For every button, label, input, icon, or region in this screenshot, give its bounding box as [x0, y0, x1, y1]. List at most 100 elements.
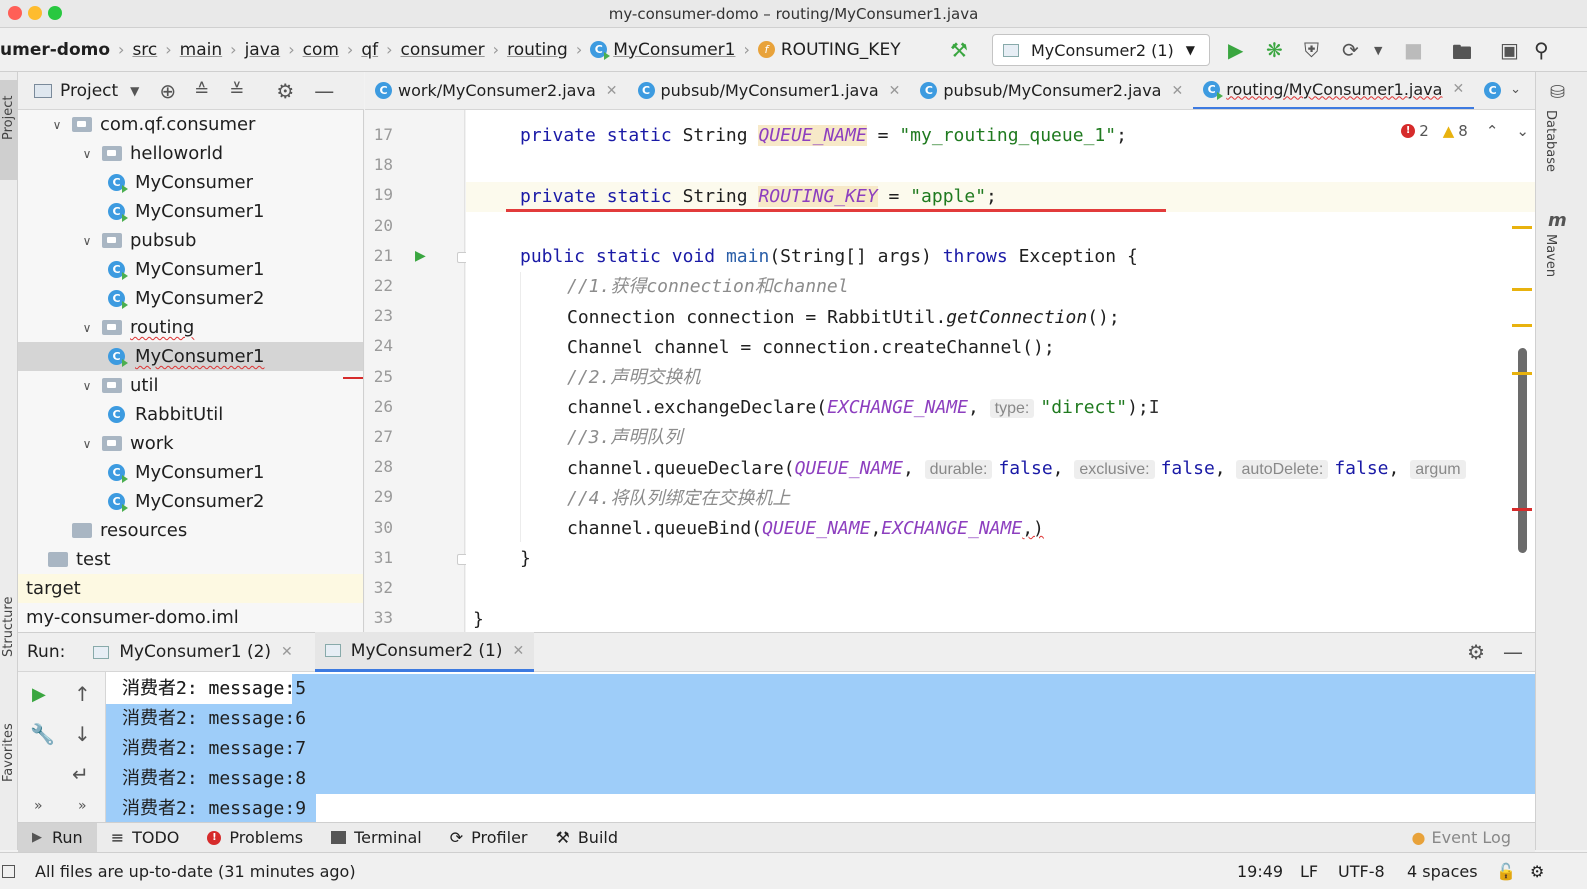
- tree-item[interactable]: C MyConsumer1: [18, 342, 363, 371]
- file-encoding[interactable]: UTF-8: [1338, 862, 1385, 881]
- line-separator[interactable]: LF: [1300, 862, 1318, 881]
- coverage-icon[interactable]: ⛨: [1304, 38, 1319, 62]
- tool-window-terminal[interactable]: Terminal: [317, 823, 436, 853]
- tree-item[interactable]: target: [18, 574, 363, 603]
- breadcrumb-qf[interactable]: qf: [357, 40, 382, 60]
- tab-pubsub-myconsumer2[interactable]: Cpubsub/MyConsumer2.java ✕: [910, 72, 1193, 109]
- caret-position[interactable]: 19:49: [1237, 862, 1283, 881]
- chevron-down-icon[interactable]: ▼: [130, 84, 139, 98]
- soft-wrap-icon[interactable]: ↵: [72, 762, 89, 786]
- next-highlight-icon[interactable]: ⌄: [1516, 122, 1529, 140]
- tree-item[interactable]: C MyConsumer: [18, 168, 363, 197]
- close-icon[interactable]: ✕: [1171, 83, 1183, 99]
- toggle-tool-windows-icon[interactable]: [2, 864, 15, 878]
- stop-icon[interactable]: ■: [1404, 38, 1423, 62]
- inspection-widget[interactable]: ! 2 ▲ 8 ⌃ ⌄: [1401, 122, 1529, 140]
- status-message[interactable]: All files are up-to-date (31 minutes ago…: [35, 862, 356, 881]
- tree-item[interactable]: ∨ routing: [18, 313, 363, 342]
- run-gutter-icon[interactable]: ▶: [415, 248, 426, 264]
- wrench-icon[interactable]: 🔧: [30, 722, 55, 746]
- tab-work-myconsumer2[interactable]: Cwork/MyConsumer2.java ✕: [365, 72, 628, 109]
- hide-panel-icon[interactable]: —: [1503, 640, 1523, 664]
- tree-item[interactable]: C MyConsumer1: [18, 458, 363, 487]
- chevron-down-icon[interactable]: ⌄: [1510, 82, 1521, 97]
- close-icon[interactable]: ✕: [606, 83, 618, 99]
- inspector-icon[interactable]: ⚙: [1530, 862, 1544, 881]
- tool-window-event-log[interactable]: ● Event Log: [1398, 823, 1525, 853]
- breadcrumb-consumer[interactable]: consumer: [397, 40, 489, 60]
- database-icon[interactable]: ⛁: [1550, 82, 1565, 103]
- project-structure-icon[interactable]: 🖿: [1452, 38, 1472, 72]
- close-icon[interactable]: ✕: [281, 644, 293, 660]
- close-icon[interactable]: ✕: [513, 643, 525, 659]
- warning-marker[interactable]: [1512, 226, 1532, 229]
- warning-marker[interactable]: [1512, 324, 1532, 327]
- scroll-down-icon[interactable]: ↓: [74, 722, 91, 746]
- tree-item[interactable]: my-consumer-domo.iml: [18, 603, 363, 632]
- project-view-select[interactable]: Project: [60, 81, 118, 101]
- tree-item[interactable]: ∨ pubsub: [18, 226, 363, 255]
- tree-item[interactable]: C MyConsumer1: [18, 197, 363, 226]
- close-window-button[interactable]: [8, 6, 22, 20]
- tree-item[interactable]: ∨ work: [18, 429, 363, 458]
- tool-window-profiler[interactable]: ⟳ Profiler: [436, 823, 542, 853]
- editor-scrollbar[interactable]: [1518, 348, 1527, 553]
- breadcrumb-routing[interactable]: routing: [503, 40, 572, 60]
- tree-item[interactable]: C MyConsumer2: [18, 284, 363, 313]
- tool-window-build[interactable]: ⚒ Build: [541, 823, 632, 853]
- run-icon[interactable]: ▶: [1228, 38, 1243, 62]
- previous-highlight-icon[interactable]: ⌃: [1486, 122, 1499, 140]
- chevron-down-icon[interactable]: ∨: [80, 147, 94, 161]
- locate-file-icon[interactable]: ⊕: [159, 79, 176, 103]
- tab-routing-myconsumer1[interactable]: Crouting/MyConsumer1.java ✕: [1193, 72, 1475, 109]
- tree-item[interactable]: C MyConsumer1: [18, 255, 363, 284]
- breadcrumb-class[interactable]: C MyConsumer1: [586, 40, 739, 60]
- tree-item[interactable]: ∨ helloworld: [18, 139, 363, 168]
- tool-window-todo[interactable]: ≡ TODO: [97, 823, 194, 853]
- maximize-window-button[interactable]: [48, 6, 62, 20]
- tab-run-myconsumer1[interactable]: MyConsumer1 (2) ✕: [93, 632, 293, 672]
- indent-setting[interactable]: 4 spaces: [1407, 862, 1478, 881]
- breadcrumb-field[interactable]: f ROUTING_KEY: [754, 40, 905, 60]
- chevron-down-icon[interactable]: ∨: [80, 379, 94, 393]
- chevron-down-icon[interactable]: ∨: [50, 118, 64, 132]
- breadcrumb-com[interactable]: com: [299, 40, 343, 60]
- chevron-down-icon[interactable]: ▼: [1374, 44, 1382, 57]
- warning-marker[interactable]: [1512, 288, 1532, 291]
- maven-strip-label[interactable]: Maven: [1543, 234, 1558, 277]
- tree-item[interactable]: C MyConsumer2: [18, 487, 363, 516]
- hide-panel-icon[interactable]: —: [314, 79, 334, 103]
- favorites-strip-label[interactable]: Favorites: [1, 723, 16, 782]
- run-configuration-select[interactable]: MyConsumer2 (1) ▼: [992, 34, 1210, 66]
- warning-marker[interactable]: [1512, 372, 1532, 375]
- chevron-down-icon[interactable]: ∨: [80, 437, 94, 451]
- tree-item[interactable]: resources: [18, 516, 363, 545]
- tool-window-run[interactable]: ▶ Run: [18, 822, 97, 853]
- tree-item[interactable]: test: [18, 545, 363, 574]
- close-icon[interactable]: ✕: [1452, 81, 1464, 97]
- breadcrumb-src[interactable]: src: [128, 40, 161, 60]
- tool-window-problems[interactable]: ! Problems: [193, 823, 317, 853]
- build-hammer-icon[interactable]: ⚒: [950, 38, 968, 62]
- rerun-icon[interactable]: ▶: [32, 684, 46, 705]
- tab-run-myconsumer2[interactable]: MyConsumer2 (1) ✕: [314, 632, 535, 672]
- code-editor[interactable]: private static String QUEUE_NAME = "my_r…: [466, 110, 1535, 632]
- tab-pubsub-myconsumer1[interactable]: Cpubsub/MyConsumer1.java ✕: [628, 72, 911, 109]
- chevron-down-icon[interactable]: ∨: [80, 234, 94, 248]
- breadcrumb-main[interactable]: main: [176, 40, 226, 60]
- scroll-up-icon[interactable]: ↑: [74, 682, 91, 706]
- more-icon[interactable]: »: [34, 798, 43, 814]
- chevron-down-icon[interactable]: ∨: [80, 321, 94, 335]
- presentation-icon[interactable]: ▣: [1500, 38, 1519, 62]
- profile-icon[interactable]: ⟳: [1342, 38, 1359, 62]
- collapse-all-icon[interactable]: ≚: [229, 80, 244, 101]
- gear-icon[interactable]: ⚙: [276, 79, 294, 103]
- close-icon[interactable]: ✕: [889, 83, 901, 99]
- tree-item[interactable]: ∨ com.qf.consumer: [18, 110, 363, 139]
- tree-item[interactable]: C RabbitUtil: [18, 400, 363, 429]
- error-marker[interactable]: [1512, 508, 1532, 511]
- search-icon[interactable]: ⚲: [1534, 38, 1549, 62]
- structure-strip-label[interactable]: Structure: [1, 597, 16, 657]
- breadcrumb-java[interactable]: java: [241, 40, 285, 60]
- debug-bug-icon[interactable]: ❋: [1266, 38, 1283, 62]
